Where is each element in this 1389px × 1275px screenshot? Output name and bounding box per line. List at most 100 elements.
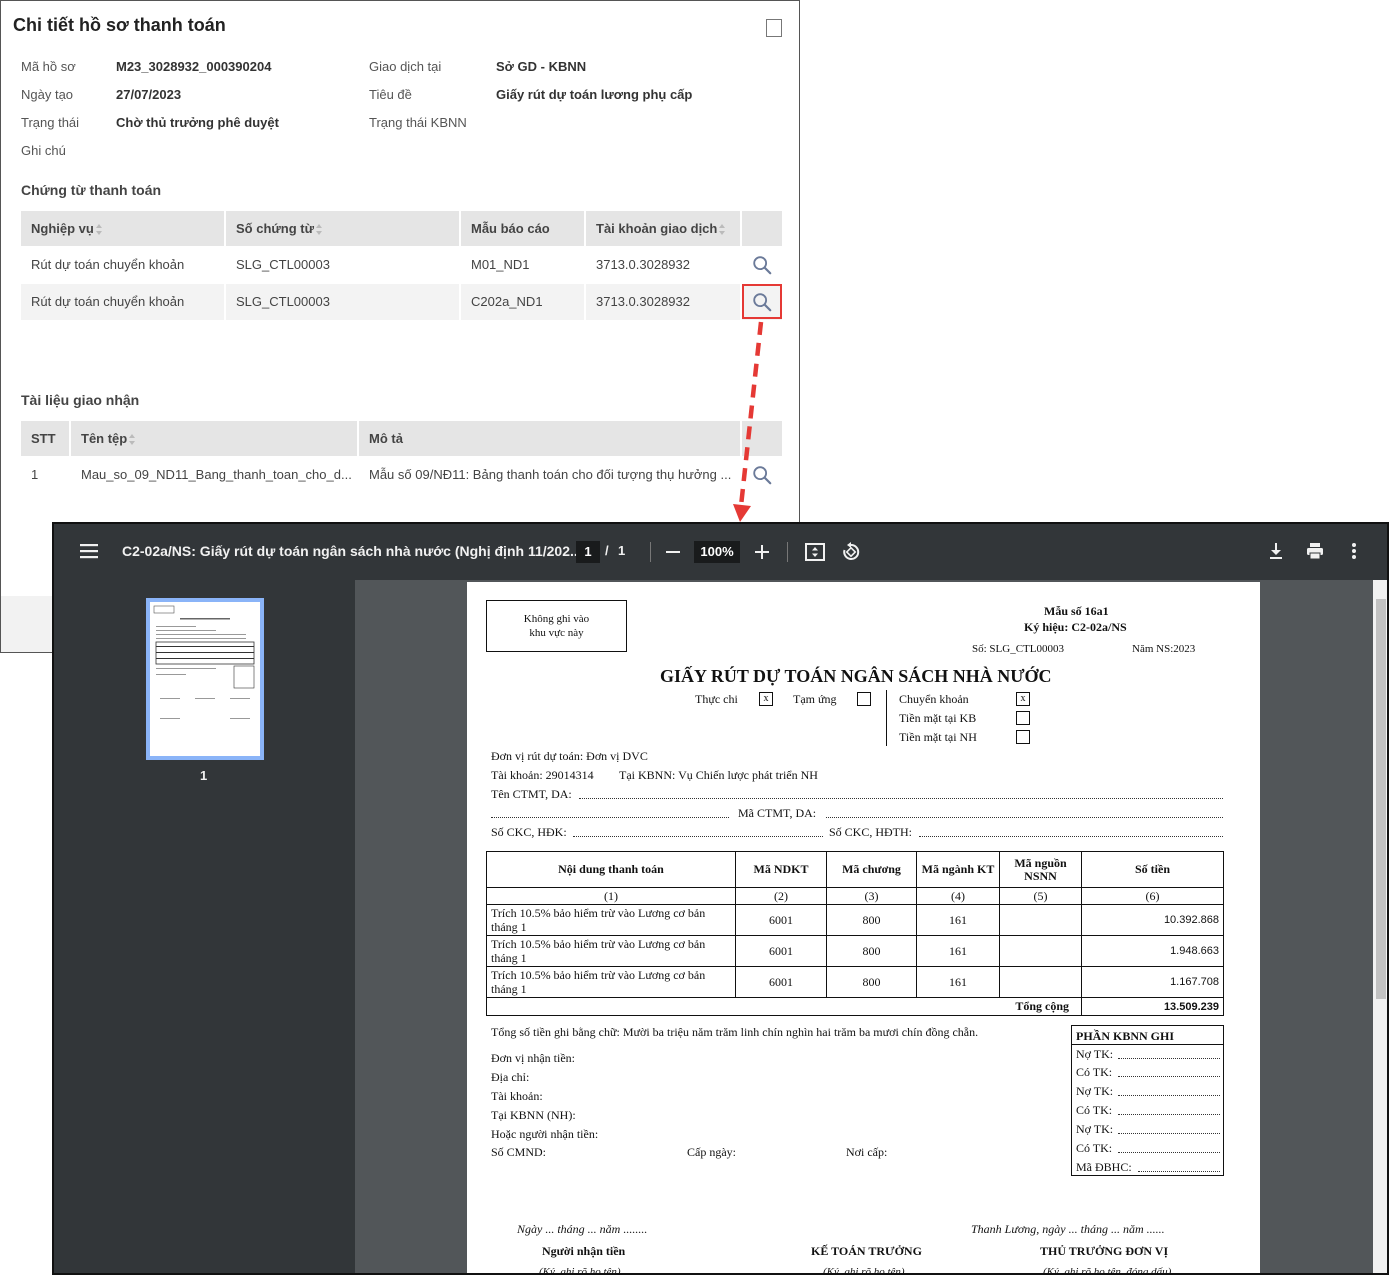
page-input[interactable]: 1 bbox=[576, 541, 600, 563]
sort-icon[interactable] bbox=[95, 224, 103, 236]
th-so-tien: Số tiền bbox=[1081, 851, 1224, 888]
trang-thai-value: Chờ thủ trưởng phê duyệt bbox=[116, 115, 279, 130]
chung-tu-table: Nghiệp vụ Số chứng từ Mẫu báo cáo Tài kh… bbox=[21, 211, 782, 321]
so-chung-tu: Số: SLG_CTL00003 bbox=[972, 643, 1064, 655]
cell-tai-khoan: 3713.0.3028932 bbox=[596, 294, 690, 309]
table-row: Trích 10.5% bảo hiểm trừ vào Lương cơ bả… bbox=[486, 966, 1224, 998]
plus-icon[interactable] bbox=[754, 544, 770, 560]
tien-mat-kb-checkbox bbox=[1016, 711, 1030, 725]
nguoi-nhan-tien-sign: Người nhận tiền bbox=[542, 1244, 626, 1258]
thu-truong-don-vi: THỦ TRƯỞNG ĐƠN VỊ bbox=[1040, 1244, 1169, 1258]
panel-footer bbox=[1, 596, 52, 652]
page-total: 1 bbox=[618, 543, 626, 558]
print-icon[interactable] bbox=[1306, 542, 1324, 560]
tien-mat-nh-label: Tiền mặt tại NH bbox=[899, 730, 977, 744]
ten-ctmt: Tên CTMT, DA: bbox=[491, 787, 572, 801]
tieu-de-value: Giấy rút dự toán lương phụ cấp bbox=[496, 87, 693, 102]
ngay-left: Ngày ... tháng ... năm ........ bbox=[517, 1222, 648, 1236]
table-row: Trích 10.5% bảo hiểm trừ vào Lương cơ bả… bbox=[486, 904, 1224, 936]
cell-nghiep-vu: Rút dự toán chuyển khoản bbox=[31, 257, 185, 272]
noi-cap: Nơi cấp: bbox=[846, 1145, 888, 1159]
zoom-input[interactable]: 100% bbox=[694, 541, 740, 563]
sort-icon[interactable] bbox=[316, 224, 323, 236]
tam-ung-label: Tạm ứng bbox=[793, 692, 837, 706]
minus-icon[interactable] bbox=[665, 544, 681, 560]
ma-ho-so-value: M23_3028932_000390204 bbox=[116, 59, 272, 74]
fit-page-icon[interactable] bbox=[805, 543, 825, 561]
mau-so: Mẫu số 16a1 bbox=[1044, 604, 1109, 618]
sort-icon[interactable] bbox=[719, 224, 726, 236]
ke-toan-truong: KẾ TOÁN TRƯỞNG bbox=[811, 1244, 922, 1258]
tai-kbnn: Tại KBNN: Vụ Chiến lược phát triển NH bbox=[619, 768, 818, 782]
doc-title: GIẤY RÚT DỰ TOÁN NGÂN SÁCH NHÀ NƯỚC bbox=[660, 666, 1052, 686]
dia-chi: Địa chỉ: bbox=[491, 1070, 530, 1084]
ma-ho-so-label: Mã hồ sơ bbox=[21, 59, 76, 74]
document-title: C2-02a/NS: Giấy rút dự toán ngân sách nh… bbox=[122, 543, 582, 559]
scrollbar-thumb[interactable] bbox=[1376, 599, 1386, 999]
sort-icon[interactable] bbox=[129, 434, 136, 446]
divider bbox=[787, 542, 788, 562]
maximize-icon[interactable] bbox=[766, 19, 782, 37]
tong-cong-label: Tổng cộng bbox=[486, 997, 1082, 1016]
chung-tu-section-title: Chứng từ thanh toán bbox=[21, 182, 162, 198]
table-row[interactable]: Rút dự toán chuyển khoản SLG_CTL00003 C2… bbox=[21, 284, 782, 320]
chuyen-khoan-label: Chuyển khoản bbox=[899, 692, 969, 706]
menu-icon[interactable] bbox=[80, 543, 98, 559]
tien-mat-kb-label: Tiền mặt tại KB bbox=[899, 711, 977, 725]
header-ten-tep[interactable]: Tên tệp bbox=[71, 421, 357, 456]
ngay-tao-value: 27/07/2023 bbox=[116, 87, 182, 102]
cell-nghiep-vu: Rút dự toán chuyển khoản bbox=[31, 294, 185, 309]
nguoi-nhan-tien: Hoặc người nhận tiền: bbox=[491, 1127, 599, 1141]
giao-dich-tai-label: Giao dịch tại bbox=[369, 59, 442, 74]
cell-so-chung-tu: SLG_CTL00003 bbox=[236, 257, 330, 272]
dashed-arrow bbox=[733, 321, 764, 522]
ngay-right: Thanh Lương, ngày ... tháng ... năm ....… bbox=[971, 1222, 1165, 1236]
page-thumbnail[interactable] bbox=[146, 598, 264, 760]
thuc-chi-label: Thực chi bbox=[695, 692, 738, 706]
highlight-box bbox=[742, 284, 782, 319]
more-icon[interactable] bbox=[1351, 542, 1357, 560]
header-so-chung-tu[interactable]: Số chứng từ bbox=[226, 211, 459, 246]
search-icon[interactable] bbox=[751, 254, 773, 276]
rotate-icon[interactable] bbox=[841, 542, 861, 562]
thuc-chi-checkbox: x bbox=[759, 692, 773, 706]
cell-mau-bao-cao: C202a_ND1 bbox=[471, 294, 543, 309]
kbnn-box: PHẦN KBNN GHI Nợ TK: Có TK: Nợ TK: Có TK… bbox=[1071, 1025, 1224, 1176]
header-stt: STT bbox=[21, 421, 69, 456]
so-ckc-hdth: Số CKC, HĐTH: bbox=[829, 825, 913, 839]
thumbnail-preview bbox=[153, 605, 255, 719]
download-icon[interactable] bbox=[1268, 542, 1284, 560]
kbnn-title: PHẦN KBNN GHI bbox=[1076, 1029, 1175, 1043]
ky-right: (Ký, ghi rõ họ tên, đóng dấu) bbox=[1043, 1266, 1172, 1275]
th-ma-chuong: Mã chương bbox=[826, 851, 917, 888]
cell-mau-bao-cao: M01_ND1 bbox=[471, 257, 530, 272]
cell-tai-khoan: 3713.0.3028932 bbox=[596, 257, 690, 272]
ky-mid: (Ký, ghi rõ họ tên) bbox=[823, 1266, 905, 1275]
tai-khoan-nhan: Tài khoản: bbox=[491, 1089, 543, 1103]
so-cmnd: Số CMND: bbox=[491, 1145, 547, 1159]
cell-stt: 1 bbox=[31, 467, 39, 482]
divider bbox=[650, 542, 651, 562]
trang-thai-label: Trạng thái bbox=[21, 115, 80, 130]
th-ma-ndkt: Mã NDKT bbox=[735, 851, 827, 888]
ma-ctmt: Mã CTMT, DA: bbox=[738, 806, 817, 820]
panel-title: Chi tiết hồ sơ thanh toán bbox=[13, 15, 226, 35]
header-action bbox=[742, 211, 782, 246]
header-tai-khoan[interactable]: Tài khoản giao dịch bbox=[586, 211, 740, 246]
thumbnail-page-number: 1 bbox=[200, 768, 208, 783]
tai-khoan: Tài khoản: 29014314 bbox=[491, 768, 594, 782]
ghi-chu-label: Ghi chú bbox=[21, 143, 66, 158]
ky-left: (Ký, ghi rõ họ tên) bbox=[539, 1266, 621, 1275]
tam-ung-checkbox bbox=[857, 692, 871, 706]
payment-table: Nội dung thanh toán Mã NDKT Mã chương Mã… bbox=[486, 851, 1224, 1016]
th-ma-nganh: Mã ngành KT bbox=[916, 851, 1000, 888]
trang-thai-kbnn-label: Trạng thái KBNN bbox=[369, 115, 467, 130]
ky-hieu: Ký hiệu: C2-02a/NS bbox=[1024, 620, 1127, 634]
viewer-toolbar: C2-02a/NS: Giấy rút dự toán ngân sách nh… bbox=[54, 524, 1387, 580]
header-nghiep-vu[interactable]: Nghiệp vụ bbox=[21, 211, 224, 246]
table-row: Trích 10.5% bảo hiểm trừ vào Lương cơ bả… bbox=[486, 935, 1224, 967]
header-mau-bao-cao: Mẫu báo cáo bbox=[461, 211, 584, 246]
nam-ns: Năm NS:2023 bbox=[1132, 643, 1196, 655]
tai-kbnn-nh: Tại KBNN (NH): bbox=[491, 1108, 576, 1122]
so-ckc-hdk: Số CKC, HĐK: bbox=[491, 825, 567, 839]
